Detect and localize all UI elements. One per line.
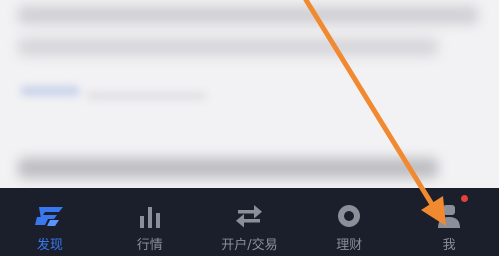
tab-wealth[interactable]: 理财 bbox=[299, 188, 399, 256]
blurred-meta-text bbox=[86, 92, 206, 100]
tab-label: 开户/交易 bbox=[221, 238, 278, 253]
blurred-content-area bbox=[0, 0, 499, 188]
person-icon bbox=[436, 202, 462, 230]
blurred-text-line bbox=[18, 158, 438, 178]
tab-discover[interactable]: 发现 bbox=[0, 188, 100, 256]
tab-label: 我 bbox=[442, 238, 456, 253]
tab-me[interactable]: 我 bbox=[399, 188, 499, 256]
swap-arrows-icon bbox=[235, 202, 263, 230]
tab-account-trade[interactable]: 开户/交易 bbox=[200, 188, 300, 256]
bottom-tab-bar: 发现 行情 开户/交易 理财 我 bbox=[0, 188, 499, 256]
blurred-text-line bbox=[18, 38, 438, 56]
notification-badge bbox=[461, 195, 469, 202]
tab-label: 发现 bbox=[36, 238, 63, 253]
blurred-text-line bbox=[18, 6, 478, 24]
tab-market[interactable]: 行情 bbox=[100, 188, 200, 256]
tab-label: 理财 bbox=[336, 238, 363, 253]
circle-icon bbox=[336, 202, 362, 230]
bar-chart-icon bbox=[137, 202, 163, 230]
discover-logo-icon bbox=[33, 202, 67, 230]
blurred-link-text bbox=[20, 86, 80, 96]
tab-label: 行情 bbox=[136, 238, 163, 253]
